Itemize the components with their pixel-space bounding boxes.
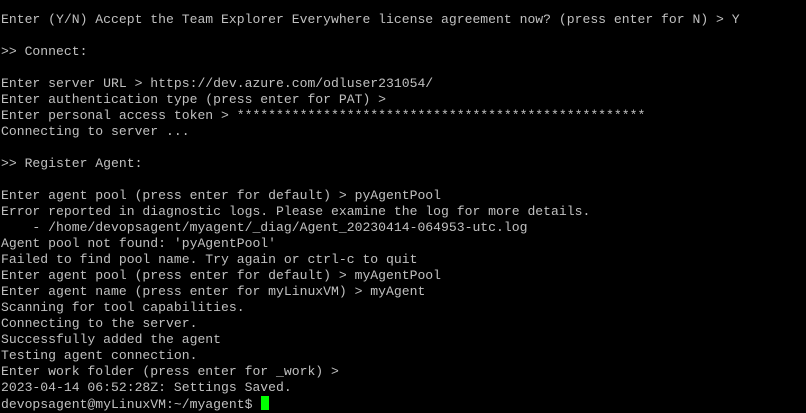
scanning-line: Scanning for tool capabilities. (1, 300, 245, 315)
testing-connection-line: Testing agent connection. (1, 348, 198, 363)
agent-added-line: Successfully added the agent (1, 332, 222, 347)
agent-pool-prompt-line: Enter agent pool (press enter for defaul… (1, 188, 442, 203)
pool-not-found-line: Agent pool not found: 'pyAgentPool' (1, 236, 277, 251)
server-url-line: Enter server URL > https://dev.azure.com… (1, 76, 434, 91)
settings-saved-line: 2023-04-14 06:52:28Z: Settings Saved. (1, 380, 292, 395)
connecting-line: Connecting to server ... (1, 124, 190, 139)
diag-log-path-line: - /home/devopsagent/myagent/_diag/Agent_… (1, 220, 528, 235)
shell-prompt: devopsagent@myLinuxVM:~/myagent$ (1, 397, 253, 412)
connect-section-header: >> Connect: (1, 44, 88, 59)
text-cursor (261, 396, 270, 410)
terminal-window[interactable]: Enter (Y/N) Accept the Team Explorer Eve… (0, 0, 806, 413)
shell-prompt-line[interactable]: devopsagent@myLinuxVM:~/myagent$ (1, 396, 806, 412)
register-agent-section-header: >> Register Agent: (1, 156, 143, 171)
agent-name-prompt-line: Enter agent name (press enter for myLinu… (1, 284, 426, 299)
agent-pool-prompt-line: Enter agent pool (press enter for defaul… (1, 268, 442, 283)
work-folder-prompt-line: Enter work folder (press enter for _work… (1, 364, 339, 379)
license-prompt-line: Enter (Y/N) Accept the Team Explorer Eve… (1, 12, 740, 27)
auth-type-line: Enter authentication type (press enter f… (1, 92, 387, 107)
connecting-server-line: Connecting to the server. (1, 316, 198, 331)
error-message-line: Error reported in diagnostic logs. Pleas… (1, 204, 591, 219)
retry-message-line: Failed to find pool name. Try again or c… (1, 252, 418, 267)
access-token-line: Enter personal access token > **********… (1, 108, 646, 123)
